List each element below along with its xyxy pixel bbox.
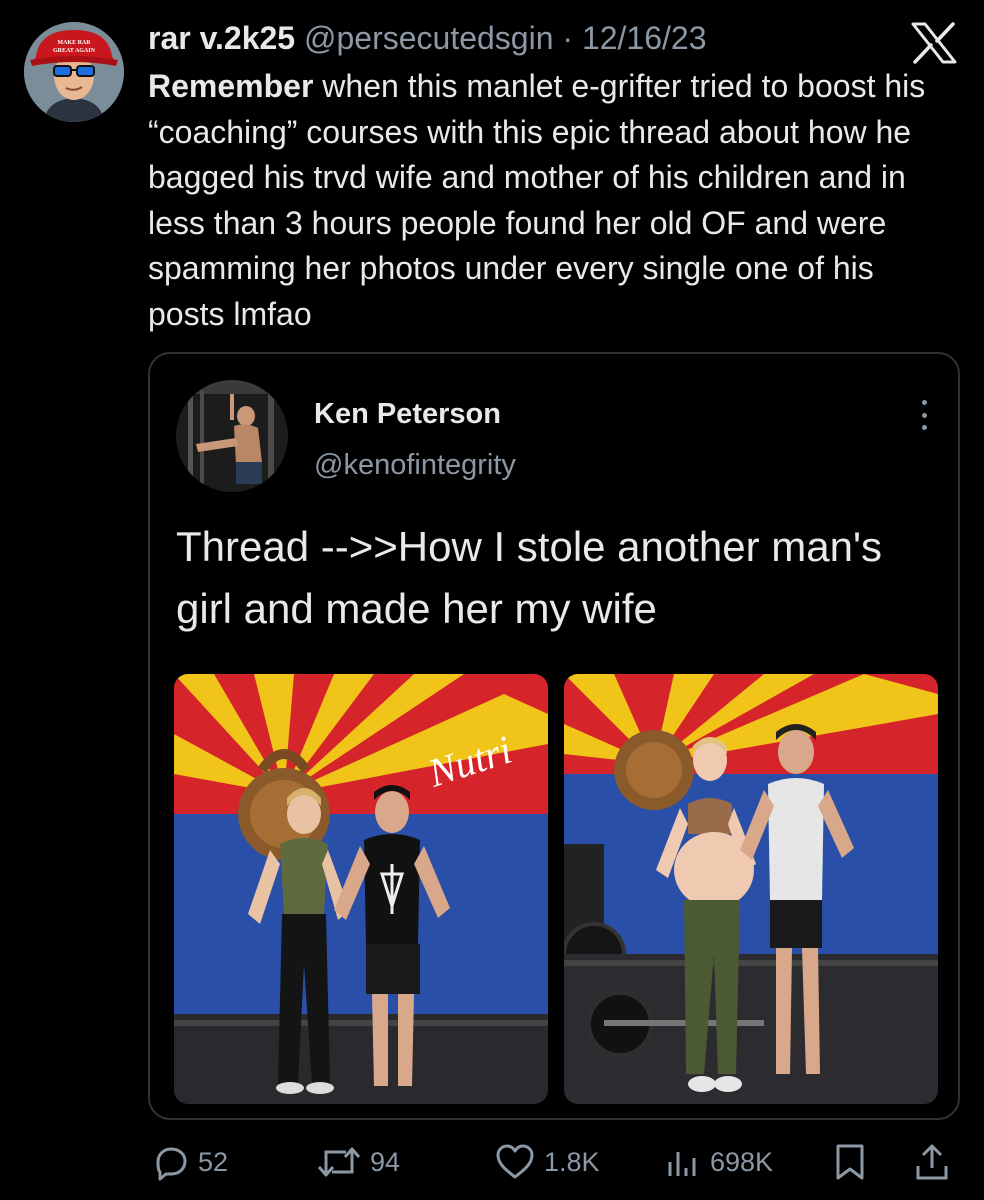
heart-icon bbox=[496, 1144, 534, 1179]
x-logo-icon bbox=[911, 22, 957, 64]
like-button[interactable]: 1.8K bbox=[494, 1138, 600, 1186]
analytics-icon bbox=[668, 1152, 696, 1176]
tweet-header: rar v.2k25 @persecutedsgin · 12/16/23 bbox=[148, 18, 707, 58]
views-button[interactable]: 698K bbox=[662, 1138, 773, 1186]
gym-photo-1[interactable]: Nutri bbox=[174, 674, 548, 1104]
cap-text-line-2: GREAT AGAIN bbox=[53, 48, 96, 54]
tweet-text-bold: Remember bbox=[148, 68, 314, 104]
vertical-ellipsis-icon[interactable] bbox=[918, 400, 930, 430]
repost-count: 94 bbox=[370, 1146, 401, 1177]
tweet-text-body: when this manlet e-grifter tried to boos… bbox=[148, 68, 926, 332]
share-icon bbox=[916, 1144, 948, 1180]
quote-text: Thread -->>How I stole another man's gir… bbox=[176, 523, 883, 632]
quoted-tweet-card[interactable]: Ken Peterson @kenofintegrity Thread -->>… bbox=[148, 352, 960, 1120]
avatar-photo-icon bbox=[176, 380, 288, 492]
quote-author-avatar[interactable] bbox=[176, 380, 288, 492]
cap-text-line-1: MAKE RAR bbox=[57, 40, 91, 46]
author-avatar[interactable]: MAKE RAR GREAT AGAIN bbox=[24, 22, 124, 122]
view-count: 698K bbox=[710, 1146, 774, 1177]
gym-photo-2[interactable] bbox=[564, 674, 938, 1104]
share-button[interactable] bbox=[912, 1138, 952, 1186]
action-bar: 52 94 1.8K 698K bbox=[0, 1138, 984, 1186]
repost-button[interactable]: 94 bbox=[316, 1138, 400, 1186]
author-display-name[interactable]: rar v.2k25 bbox=[148, 20, 295, 56]
bookmark-button[interactable] bbox=[832, 1138, 868, 1186]
avatar-cartoon-icon: MAKE RAR GREAT AGAIN bbox=[24, 22, 124, 122]
bookmark-icon bbox=[836, 1144, 864, 1180]
tweet: MAKE RAR GREAT AGAIN rar v.2k25 @persecu… bbox=[0, 0, 984, 1200]
reply-count: 52 bbox=[198, 1146, 229, 1177]
repost-icon bbox=[317, 1147, 361, 1177]
reply-icon bbox=[156, 1147, 187, 1181]
header-separator: · bbox=[562, 20, 574, 56]
tweet-date[interactable]: 12/16/23 bbox=[582, 20, 707, 56]
author-handle[interactable]: @persecutedsgin bbox=[304, 20, 554, 56]
quote-author-handle[interactable]: @kenofintegrity bbox=[314, 449, 516, 482]
like-count: 1.8K bbox=[544, 1146, 600, 1177]
quote-author-name[interactable]: Ken Peterson bbox=[314, 398, 501, 431]
tweet-text: Remember when this manlet e-grifter trie… bbox=[148, 64, 958, 337]
reply-button[interactable]: 52 bbox=[150, 1138, 228, 1186]
